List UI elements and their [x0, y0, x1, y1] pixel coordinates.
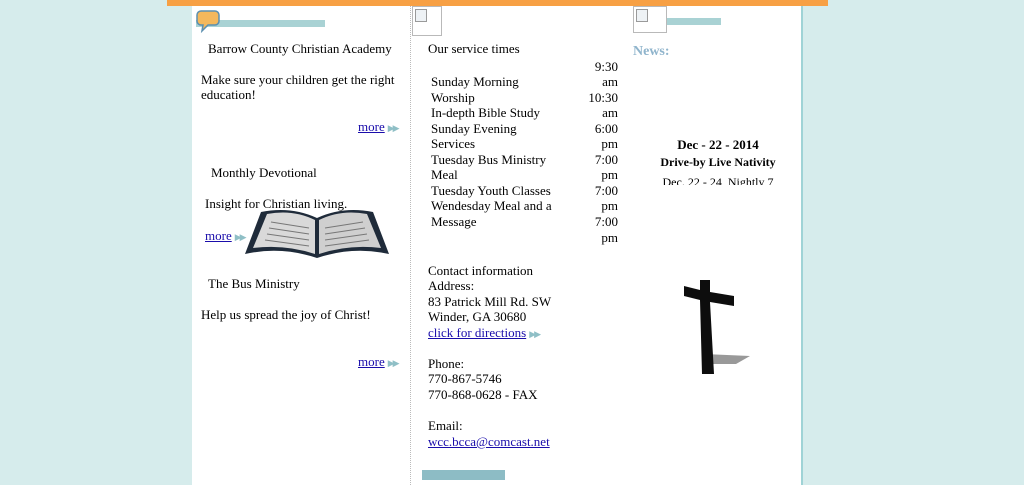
- service-ampm: pm: [601, 230, 618, 245]
- service-times-title: Our service times: [428, 41, 520, 56]
- service-time: 10:30: [588, 90, 618, 105]
- phone-number: 770-867-5746: [428, 371, 502, 386]
- news-title: News:: [633, 44, 670, 59]
- double-chevron-right-icon: ▶▶: [387, 123, 400, 133]
- service-name-cont: Services: [431, 136, 476, 151]
- service-name: Sunday Evening: [431, 121, 517, 136]
- academy-more-link[interactable]: more ▶▶: [358, 119, 400, 136]
- email-label: Email:: [428, 418, 463, 433]
- service-name-cont: Message: [431, 214, 477, 229]
- service-time: 7:00: [594, 183, 618, 198]
- page-right-border: [801, 6, 803, 485]
- service-time: 6:00: [594, 121, 618, 136]
- email-text[interactable]: wcc.bcca@comcast.net: [428, 434, 550, 449]
- devotional-more-link[interactable]: more ▶▶: [205, 228, 247, 245]
- service-ampm: am: [602, 105, 618, 120]
- email-link[interactable]: wcc.bcca@comcast.net: [428, 434, 550, 449]
- service-name-cont: Worship: [431, 90, 475, 105]
- double-chevron-right-icon: ▶▶: [387, 358, 400, 368]
- academy-title: Barrow County Christian Academy: [208, 41, 392, 56]
- open-bible-icon: [245, 210, 389, 258]
- service-ampm: am: [602, 74, 618, 89]
- broken-image-icon: [633, 6, 667, 33]
- speech-bubble-icon: [196, 10, 220, 34]
- news-headline: Drive-by Live Nativity: [660, 155, 776, 169]
- devotional-title: Monthly Devotional: [211, 165, 317, 180]
- double-chevron-right-icon: ▶▶: [234, 232, 247, 242]
- address-line1: 83 Patrick Mill Rd. SW: [428, 294, 552, 309]
- service-ampm: pm: [601, 198, 618, 213]
- directions-link[interactable]: click for directions ▶▶: [428, 325, 541, 342]
- service-time: 7:00: [594, 152, 618, 167]
- contact-title: Contact information: [428, 263, 534, 278]
- bus-ministry-title: The Bus Ministry: [208, 276, 300, 291]
- broken-image-icon: [412, 6, 442, 36]
- fax-number: 770-868-0628 - FAX: [428, 387, 538, 402]
- directions-text[interactable]: click for directions: [428, 325, 526, 340]
- address-line2: Winder, GA 30680: [428, 309, 527, 324]
- double-chevron-right-icon: ▶▶: [529, 329, 541, 339]
- academy-description: Make sure your children get the right ed…: [201, 72, 395, 102]
- cross-icon: [684, 280, 750, 374]
- bus-ministry-more-link[interactable]: more ▶▶: [358, 354, 400, 371]
- service-time: 9:30: [594, 59, 618, 74]
- service-name-cont: Meal: [431, 167, 458, 182]
- address-label: Address:: [428, 278, 475, 293]
- service-name: In-depth Bible Study: [431, 105, 541, 120]
- service-name: Sunday Morning: [431, 74, 519, 89]
- academy-more-text[interactable]: more: [358, 119, 385, 134]
- devotional-more-text[interactable]: more: [205, 228, 232, 243]
- middle-footer-bar: [422, 470, 505, 480]
- service-time: 7:00: [594, 214, 618, 229]
- service-name: Tuesday Youth Classes: [431, 183, 551, 198]
- service-ampm: pm: [601, 167, 618, 182]
- service-ampm: pm: [601, 136, 618, 151]
- right-header-bar: [666, 18, 721, 25]
- service-name: Wendesday Meal and a: [431, 198, 552, 213]
- phone-label: Phone:: [428, 356, 465, 371]
- bus-ministry-more-text[interactable]: more: [358, 354, 385, 369]
- news-scroll-text: Dec. 22 - 24, Nightly 7: [662, 175, 774, 185]
- bus-ministry-description: Help us spread the joy of Christ!: [201, 307, 371, 322]
- news-date: Dec - 22 - 2014: [677, 137, 759, 152]
- service-name: Tuesday Bus Ministry: [431, 152, 547, 167]
